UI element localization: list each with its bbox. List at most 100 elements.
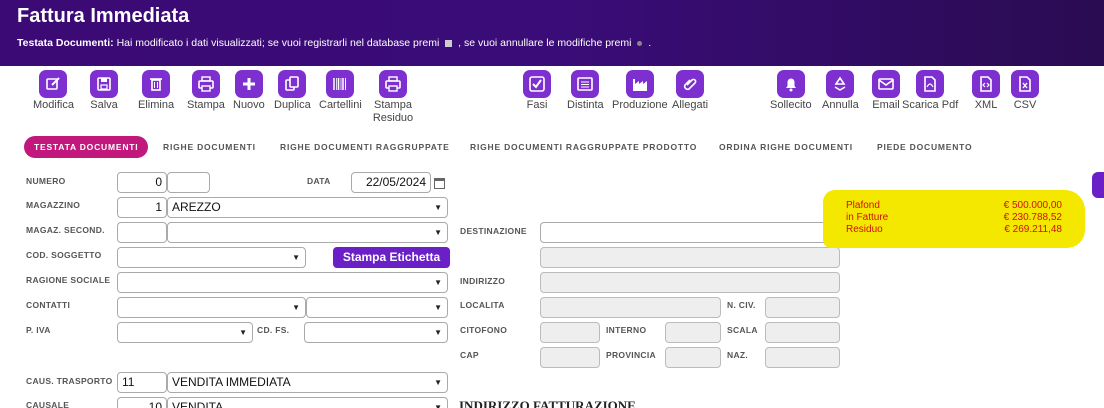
tab-righe-documenti[interactable]: RIGHE DOCUMENTI [163,136,256,158]
tab-piede-documento[interactable]: PIEDE DOCUMENTO [877,136,972,158]
stampa-button[interactable]: Stampa [187,70,225,112]
fatture-value: € 230.788,52 [1003,212,1062,223]
fasi-button[interactable]: Fasi [523,70,551,112]
piva-select[interactable] [117,322,253,343]
contatti-label: CONTATTI [26,300,71,310]
magaz-second-select[interactable] [167,222,448,243]
ragione-sociale-label: RAGIONE SOCIALE [26,275,111,285]
magazzino-select[interactable]: AREZZO [167,197,448,218]
numero-input[interactable]: 0 [117,172,167,193]
localita-input[interactable] [540,297,721,318]
recycle-icon [826,70,855,98]
stampa-residuo-button[interactable]: Stampa Residuo [371,70,415,125]
distinta-button[interactable]: Distinta [567,70,604,112]
cap-label: CAP [460,350,479,360]
tab-ordina-righe-documenti[interactable]: ORDINA RIGHE DOCUMENTI [719,136,853,158]
side-panel-toggle[interactable] [1092,172,1104,198]
magazzino-code-input[interactable]: 1 [117,197,167,218]
naz-input[interactable] [765,347,840,368]
allegati-button[interactable]: Allegati [672,70,708,112]
causale-code-input[interactable]: 10 [117,397,167,408]
nuovo-label: Nuovo [233,99,265,111]
cartellini-button[interactable]: Cartellini [319,70,362,112]
annulla-label: Annulla [822,99,859,111]
cd-fs-label: CD. FS. [257,325,290,335]
status-message-text: Hai modificato i dati visualizzati; se v… [113,37,443,49]
cod-soggetto-select[interactable] [117,247,306,268]
edit-icon [39,70,68,98]
tab-righe-documenti-raggruppate[interactable]: RIGHE DOCUMENTI RAGGRUPPATE [280,136,450,158]
page-header: Fattura Immediata Testata Documenti: Hai… [0,0,1104,66]
salva-button[interactable]: Salva [90,70,118,112]
residuo-value: € 269.211,48 [1004,224,1062,235]
cap-input[interactable] [540,347,600,368]
magaz-second-label: MAGAZ. SECOND. [26,225,105,235]
duplica-button[interactable]: Duplica [274,70,311,112]
contatti-select-2[interactable] [306,297,448,318]
numero-label: NUMERO [26,176,66,186]
copy-icon [278,70,307,98]
csv-label: CSV [1013,99,1037,111]
produzione-button[interactable]: Produzione [612,70,668,112]
ragione-sociale-select[interactable] [117,272,448,293]
status-message-label: Testata Documenti: [17,37,114,49]
provincia-input[interactable] [665,347,721,368]
status-message: Testata Documenti: Hai modificato i dati… [17,37,651,49]
caus-trasporto-code-input[interactable]: 11 [117,372,167,393]
printer-icon [191,70,220,98]
provincia-label: PROVINCIA [606,350,656,360]
page-title: Fattura Immediata [17,5,190,27]
stampa-residuo-label: Stampa Residuo [372,99,414,124]
fatture-row: in Fatture € 230.788,52 [846,212,1062,223]
sollecito-button[interactable]: Sollecito [770,70,812,112]
destinazione-select[interactable] [540,222,840,243]
pdf-icon [916,70,945,98]
scala-input[interactable] [765,322,840,343]
bell-icon [776,70,805,98]
allegati-label: Allegati [672,99,709,111]
caus-trasporto-label: CAUS. TRASPORTO [26,376,113,386]
nuovo-button[interactable]: Nuovo [233,70,265,112]
interno-input[interactable] [665,322,721,343]
toolbar: Modifica Salva Elimina Stampa Nuovo Dupl… [16,66,1104,128]
calendar-icon[interactable] [434,178,445,189]
destinazione-label: DESTINAZIONE [460,226,527,236]
barcode-icon [326,70,355,98]
plafond-label: Plafond [846,200,880,211]
stampa-etichetta-button[interactable]: Stampa Etichetta [333,247,450,268]
caus-trasporto-select[interactable]: VENDITA IMMEDIATA [167,372,448,393]
destinazione-extra-input[interactable] [540,247,840,268]
citofono-label: CITOFONO [460,325,508,335]
interno-label: INTERNO [606,325,647,335]
xml-button[interactable]: XML [972,70,1000,112]
stampa-label: Stampa [187,99,225,111]
code-file-icon [972,70,1000,98]
email-button[interactable]: Email [872,70,900,112]
status-message-text-2: , se vuoi annullare le modifiche premi [455,37,635,49]
n-civ-input[interactable] [765,297,840,318]
elimina-button[interactable]: Elimina [138,70,174,112]
causale-select[interactable]: VENDITA [167,397,448,408]
xml-label: XML [974,99,998,111]
csv-button[interactable]: CSV [1011,70,1039,112]
indirizzo-input[interactable] [540,272,840,293]
scarica-pdf-button[interactable]: Scarica Pdf [902,70,958,112]
contatti-select[interactable] [117,297,306,318]
localita-label: LOCALITA [460,300,505,310]
modifica-button[interactable]: Modifica [33,70,74,112]
data-label: DATA [307,176,331,186]
cd-fs-select[interactable] [304,322,448,343]
tab-testata-documenti[interactable]: TESTATA DOCUMENTI [24,136,149,158]
save-icon [90,70,118,98]
numero-suffix-input[interactable] [167,172,210,193]
citofono-input[interactable] [540,322,600,343]
fasi-label: Fasi [526,99,548,111]
tab-righe-raggruppate-prodotto[interactable]: RIGHE DOCUMENTI RAGGRUPPATE PRODOTTO [470,136,697,158]
produzione-label: Produzione [612,99,668,111]
salva-label: Salva [90,99,118,111]
magaz-second-code-input[interactable] [117,222,167,243]
checkbox-icon [523,70,551,98]
data-input[interactable]: 22/05/2024 [351,172,431,193]
save-small-icon [445,39,453,47]
annulla-button[interactable]: Annulla [822,70,859,112]
